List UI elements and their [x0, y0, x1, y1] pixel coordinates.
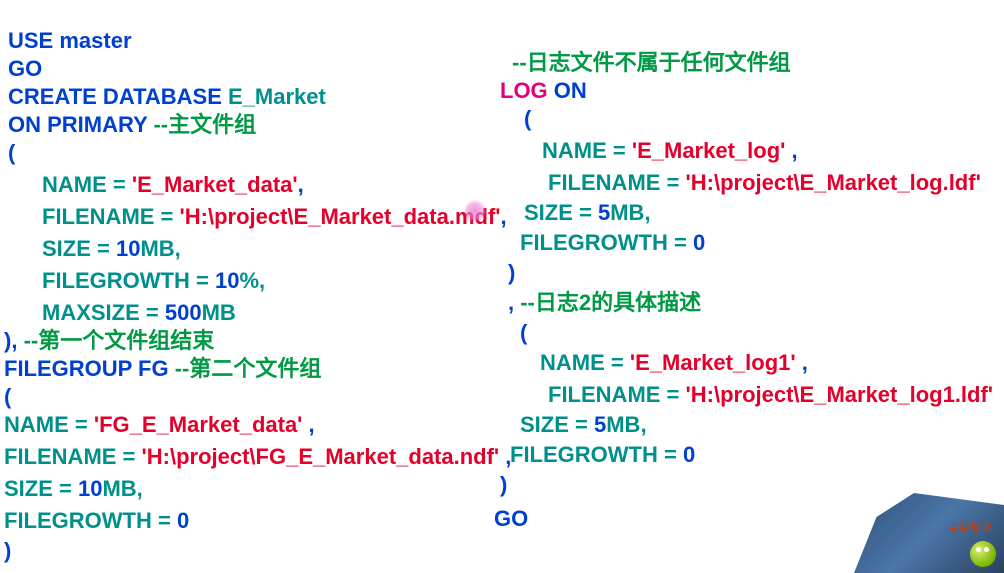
lparenB: (: [520, 322, 527, 344]
filegrowth-val1: 10: [215, 268, 239, 293]
go-right: GO: [494, 508, 528, 530]
comma3: ,: [309, 412, 315, 437]
name-val2: 'FG_E_Market_data': [94, 412, 309, 437]
size-unit2: MB,: [102, 476, 142, 501]
speed-label[interactable]: 点我加速: [948, 519, 992, 535]
filename-eqB: FILENAME =: [548, 382, 686, 407]
comma2: ,: [501, 204, 507, 229]
mid-comma: ,: [508, 290, 520, 315]
size-numB: 5: [594, 412, 606, 437]
rparen2: ): [4, 540, 11, 562]
filename-valB: 'H:\project\E_Market_log1.ldf': [686, 382, 994, 407]
filename-eq2: FILENAME =: [4, 444, 142, 469]
comment-fg2: --第二个文件组: [175, 356, 322, 381]
filegrowth-eqA: FILEGROWTH =: [520, 230, 693, 255]
filegrowth-valB: 0: [683, 442, 695, 467]
kw-log: LOG: [500, 78, 554, 103]
rparenB: ): [500, 474, 507, 496]
size-numA: 5: [598, 200, 610, 225]
rparenA: ): [508, 262, 515, 284]
name-valA: 'E_Market_log': [632, 138, 792, 163]
filegrowth-valA: 0: [693, 230, 705, 255]
size-unitB: MB,: [606, 412, 646, 437]
filename-eqA: FILENAME =: [548, 170, 686, 195]
size-unitA: MB,: [610, 200, 650, 225]
name-eqB: NAME =: [540, 350, 630, 375]
size-num1: 10: [116, 236, 140, 261]
kw-create-db: CREATE DATABASE: [8, 84, 228, 109]
name-eq2: NAME =: [4, 412, 94, 437]
commaB: ,: [802, 350, 808, 375]
size-num2: 10: [78, 476, 102, 501]
kw-use: USE master: [8, 28, 132, 53]
comment-primary: --主文件组: [153, 112, 256, 137]
filegrowth-pct1: %,: [239, 268, 265, 293]
maxsize-num: 500: [165, 300, 202, 325]
kw-on: ON: [554, 78, 587, 103]
comma1: ,: [298, 172, 304, 197]
filegrowth-eq2: FILEGROWTH =: [4, 508, 177, 533]
filegrowth-val2: 0: [177, 508, 189, 533]
commaA: ,: [792, 138, 798, 163]
size-eqB: SIZE =: [520, 412, 594, 437]
kw-filegroup: FILEGROUP FG: [4, 356, 175, 381]
filegrowth-eq1: FILEGROWTH =: [42, 268, 215, 293]
size-eq2: SIZE =: [4, 476, 78, 501]
size-eqA: SIZE =: [524, 200, 598, 225]
kw-go: GO: [8, 56, 42, 81]
name-val1: 'E_Market_data': [132, 172, 298, 197]
lparen1: (: [8, 142, 15, 164]
rparen-comma1: ),: [4, 328, 24, 353]
lparen2: (: [4, 386, 11, 408]
swoosh-ornament: [715, 0, 1004, 573]
filename-val1: 'H:\project\E_Market_data.mdf': [180, 204, 501, 229]
comment-fg-end: --第一个文件组结束: [24, 328, 215, 353]
filename-valA: 'H:\project\E_Market_log.ldf': [686, 170, 981, 195]
name-valB: 'E_Market_log1': [630, 350, 802, 375]
name-eq1: NAME =: [42, 172, 132, 197]
comment-log: --日志文件不属于任何文件组: [512, 52, 791, 74]
size-eq1: SIZE =: [42, 236, 116, 261]
filename-val2: 'H:\project\FG_E_Market_data.ndf': [142, 444, 506, 469]
size-unit1: MB,: [140, 236, 180, 261]
name-eqA: NAME =: [542, 138, 632, 163]
lparenA: (: [524, 108, 531, 130]
comment-log2: --日志2的具体描述: [520, 290, 701, 315]
kw-on-primary: ON PRIMARY: [8, 112, 153, 137]
filename-eq1: FILENAME =: [42, 204, 180, 229]
filegrowth-eqB: FILEGROWTH =: [510, 442, 683, 467]
maxsize-eq: MAXSIZE =: [42, 300, 165, 325]
maxsize-unit: MB: [202, 300, 236, 325]
db-name: E_Market: [228, 84, 326, 109]
bug-icon[interactable]: [970, 541, 996, 567]
